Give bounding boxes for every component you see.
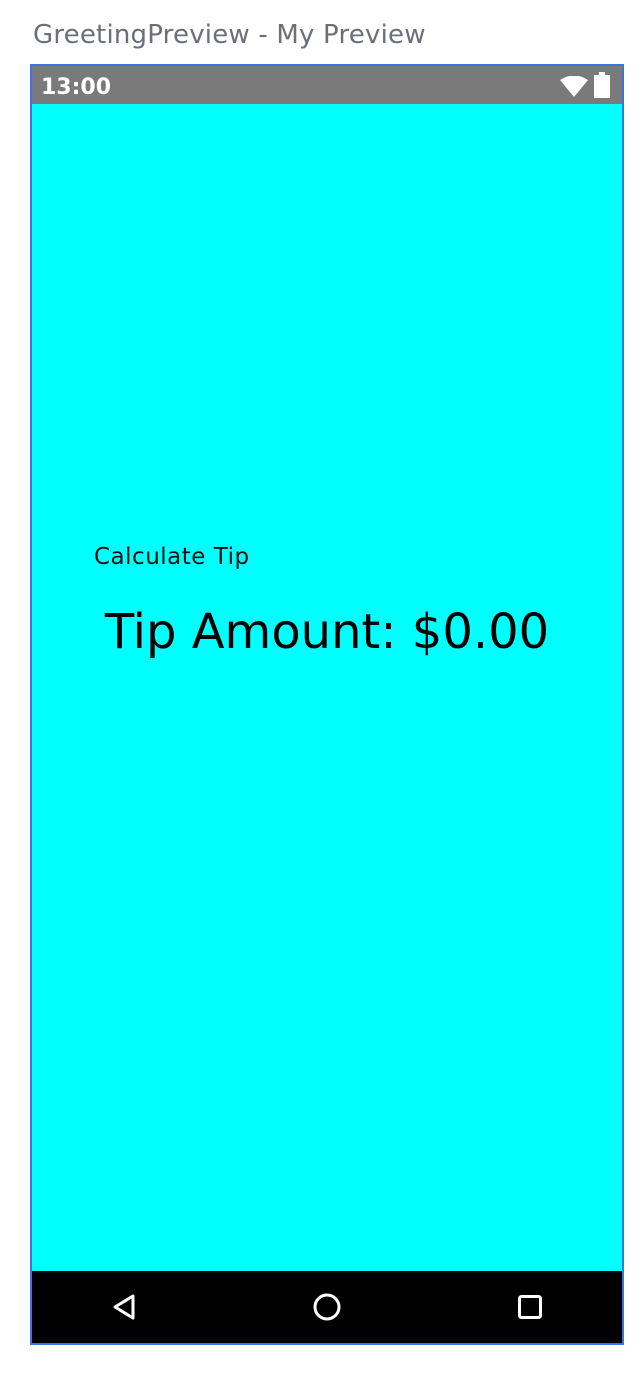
home-button[interactable]	[309, 1289, 345, 1325]
recents-icon	[518, 1295, 542, 1319]
recents-button[interactable]	[512, 1289, 548, 1325]
app-content: Calculate Tip Tip Amount: $0.00	[32, 104, 622, 1271]
status-bar: 13:00	[32, 66, 622, 104]
navigation-bar	[32, 1271, 622, 1343]
calculate-tip-label: Calculate Tip	[94, 544, 250, 570]
device-frame: 13:00 Calculate Tip Tip Amount: $0.00	[30, 64, 624, 1345]
tip-amount-text: Tip Amount: $0.00	[104, 604, 550, 660]
back-icon	[113, 1294, 135, 1320]
wifi-icon	[560, 76, 588, 97]
status-icons	[560, 72, 610, 98]
status-time: 13:00	[41, 75, 112, 100]
battery-icon	[594, 72, 610, 98]
back-button[interactable]	[106, 1289, 142, 1325]
preview-title: GreetingPreview - My Preview	[33, 20, 426, 50]
home-icon	[313, 1293, 341, 1321]
